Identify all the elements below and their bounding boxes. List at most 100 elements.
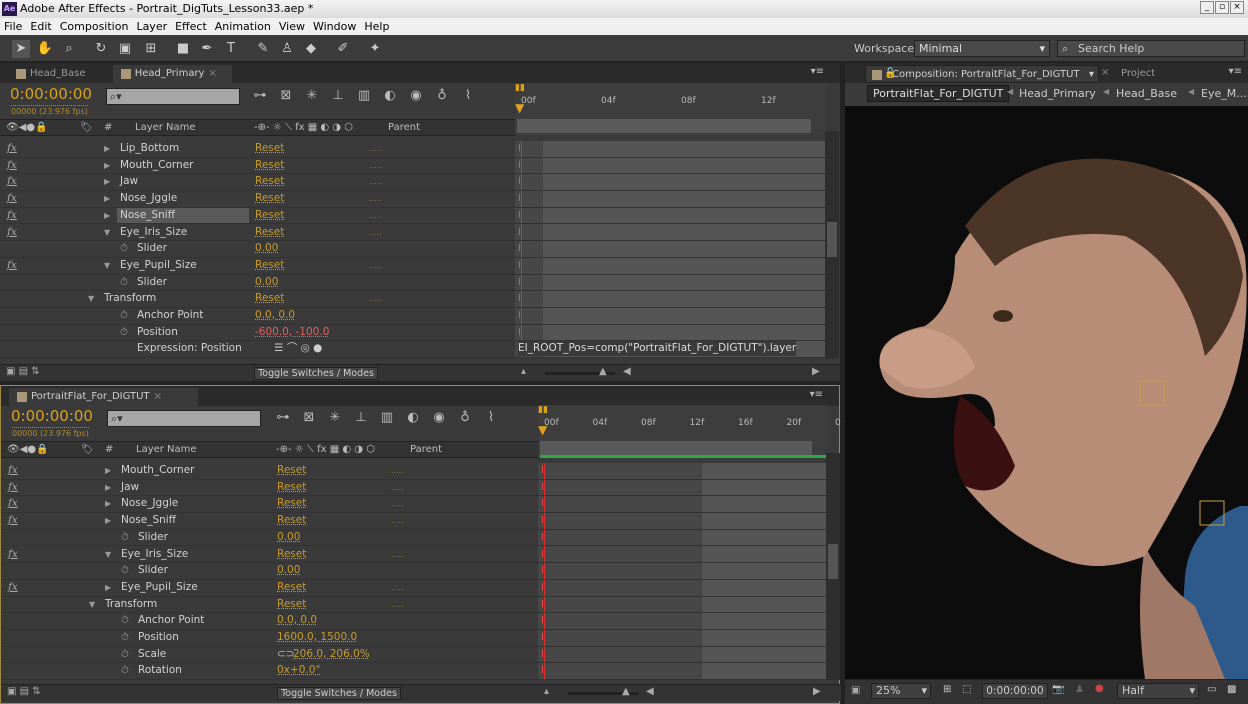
stopwatch-icon[interactable]: ⏱ (120, 275, 128, 290)
menu-file[interactable]: File (4, 20, 22, 33)
parent-pickwhip[interactable]: ..... (391, 547, 404, 562)
tab-project[interactable]: Project (1115, 65, 1175, 83)
effect-fx-icon[interactable]: fx (7, 208, 17, 223)
frame-blending-icon[interactable]: ▥ (354, 88, 374, 103)
parent-pickwhip[interactable]: ..... (391, 580, 404, 595)
layer-property-row[interactable]: fx ▶ Jaw Reset..... I (0, 174, 825, 192)
panel-menu-icon[interactable]: ▾≡ (811, 66, 824, 77)
parent-pickwhip[interactable]: ..... (369, 158, 382, 173)
title-action-safe-icon[interactable]: ⊞ (943, 684, 951, 695)
search-help-input[interactable]: ⌕ Search Help (1057, 40, 1245, 57)
layer-property-row[interactable]: fx ▼ Eye_Iris_Size Reset..... I (0, 225, 825, 242)
parent-pickwhip[interactable]: ..... (391, 496, 404, 511)
current-time-display[interactable]: 0:00:00:00 (11, 407, 93, 425)
panel-options-icons[interactable]: ▣ ▤ ⇅ (7, 686, 41, 697)
mask-visibility-icon[interactable]: ⬚ (962, 684, 971, 695)
effect-fx-icon[interactable]: fx (8, 513, 18, 528)
property-value[interactable]: Reset (255, 158, 284, 173)
layer-property-row[interactable]: fx ▶ Nose_Jggle Reset..... I (0, 191, 825, 208)
close-tab-icon[interactable]: × (1101, 67, 1109, 78)
menu-window[interactable]: Window (313, 20, 356, 33)
stopwatch-icon[interactable]: ⏱ (120, 325, 128, 340)
auto-keyframe-icon[interactable]: ♁ (455, 410, 475, 425)
transparency-grid-icon[interactable]: ▩ (1227, 684, 1236, 695)
layer-property-row[interactable]: fx ▼ Eye_Pupil_Size Reset..... I (0, 258, 825, 275)
maximize-button[interactable]: ▫ (1215, 1, 1229, 14)
stopwatch-icon[interactable]: ⏱ (121, 613, 129, 628)
property-value[interactable]: Reset (277, 463, 306, 478)
magnification-dropdown[interactable]: 25% ▾ (871, 683, 931, 699)
property-value[interactable]: Reset (255, 191, 284, 206)
layer-property-row[interactable]: ⏱ Position 1600.0, 1500.0 I (1, 630, 826, 647)
layer-property-row[interactable]: Expression: Position ☰ ⌒ ◎ ● EI_ROOT_Pos=c… (0, 341, 825, 359)
av-features-icons[interactable]: 👁◀●🔒 (6, 120, 48, 135)
stopwatch-icon[interactable]: ⏱ (121, 647, 129, 662)
brush-tool-icon[interactable]: ✎ (254, 40, 272, 58)
roto-brush-tool-icon[interactable]: ✐ (334, 40, 352, 58)
live-update-icon[interactable]: ⊠ (276, 88, 296, 103)
layer-property-row[interactable]: ⏱ Anchor Point 0.0, 0.0 I (1, 613, 826, 630)
close-tab-icon[interactable]: × (208, 68, 216, 79)
brainstorm-icon[interactable]: ◉ (429, 410, 449, 425)
live-update-icon[interactable]: ⊠ (299, 410, 319, 425)
always-preview-icon[interactable]: ▣ (851, 685, 860, 696)
region-of-interest-icon[interactable]: ▭ (1207, 684, 1216, 695)
workspace-dropdown[interactable]: Minimal ▾ (914, 40, 1050, 57)
twirl-right-icon[interactable]: ▶ (105, 513, 111, 528)
vertical-scrollbar[interactable] (826, 453, 840, 681)
property-value[interactable]: 0.00 (277, 563, 300, 578)
property-value[interactable]: 0.0, 0.0 (277, 613, 317, 628)
motion-blur-icon[interactable]: ◐ (380, 88, 400, 103)
parent-pickwhip[interactable]: ..... (391, 463, 404, 478)
expression-controls-icons[interactable]: ☰ ⌒ ◎ ● (274, 341, 322, 356)
effect-fx-icon[interactable]: fx (8, 480, 18, 495)
property-value[interactable]: 0x+0.0° (277, 663, 321, 678)
breadcrumb-item[interactable]: Head_Primary (1019, 87, 1096, 100)
av-features-icons[interactable]: 👁◀●🔒 (7, 442, 49, 457)
menu-view[interactable]: View (279, 20, 305, 33)
puppet-tool-icon[interactable]: ✦ (366, 40, 384, 58)
stopwatch-icon[interactable]: ⏱ (120, 308, 128, 323)
layer-search-input[interactable]: ⌕▾ (107, 410, 261, 427)
work-area-start-icon[interactable]: ▮▮ (538, 405, 548, 415)
layer-property-row[interactable]: fx ▶ Nose_Jggle Reset..... I (1, 496, 826, 514)
work-area-bar[interactable] (517, 119, 811, 133)
property-value[interactable]: Reset (255, 225, 284, 240)
parent-pickwhip[interactable]: ..... (391, 480, 404, 495)
layer-property-row[interactable]: ▼ Transform Reset..... I (1, 597, 826, 614)
comp-flowchart-icon[interactable]: ⊶ (250, 88, 270, 103)
breadcrumb-item[interactable]: Eye_M... (1201, 87, 1247, 100)
layer-property-row[interactable]: fx ▶ Eye_Pupil_Size Reset..... I (1, 580, 826, 597)
tab-portraitflat_for_digtut[interactable]: PortraitFlat_For_DIGTUT × (9, 388, 198, 406)
expression-field[interactable]: EI_ROOT_Pos=comp("PortraitFlat_For_DIGTU… (518, 341, 797, 357)
layer-property-row[interactable]: fx ▼ Eye_Iris_Size Reset..... I (1, 547, 826, 564)
channel-icon[interactable]: ● (1095, 683, 1104, 694)
resolution-dropdown[interactable]: Half ▾ (1117, 683, 1199, 699)
rectangle-tool-icon[interactable]: ■ (174, 40, 192, 58)
layer-property-row[interactable]: ⏱ Scale ⊂⊃ 206.0, 206.0% I (1, 647, 826, 664)
tab-head_primary[interactable]: Head_Primary × (112, 65, 233, 83)
pen-tool-icon[interactable]: ✒ (198, 40, 216, 58)
work-area-start-icon[interactable]: ▮▮ (515, 83, 525, 93)
camera-tool-icon[interactable]: ▣ (116, 40, 134, 58)
stopwatch-icon[interactable]: ⏱ (121, 563, 129, 578)
property-value[interactable]: Reset (255, 291, 284, 306)
twirl-right-icon[interactable]: ▶ (104, 191, 110, 206)
parent-pickwhip[interactable]: ..... (369, 141, 382, 156)
stopwatch-icon[interactable]: ⏱ (121, 663, 129, 678)
draft-3d-icon[interactable]: ✳ (302, 88, 322, 103)
effect-fx-icon[interactable]: fx (8, 496, 18, 511)
menu-composition[interactable]: Composition (60, 20, 129, 33)
toggle-switches-modes-button[interactable]: Toggle Switches / Modes (254, 367, 378, 380)
property-value[interactable]: Reset (255, 258, 284, 273)
hand-tool-icon[interactable]: ✋ (36, 40, 54, 58)
layer-property-row[interactable]: ⏱ Rotation 0x+0.0° I (1, 663, 826, 681)
menu-effect[interactable]: Effect (175, 20, 207, 33)
scroll-left-icon[interactable]: ◀ (646, 686, 654, 697)
minimize-button[interactable]: _ (1200, 1, 1214, 14)
property-value[interactable]: Reset (277, 597, 306, 612)
parent-pickwhip[interactable]: ..... (369, 225, 382, 240)
scroll-right-icon[interactable]: ▶ (812, 366, 820, 377)
toggle-switches-modes-button[interactable]: Toggle Switches / Modes (277, 687, 401, 700)
layer-property-row[interactable]: ⏱ Slider 0.00 I (0, 241, 825, 258)
